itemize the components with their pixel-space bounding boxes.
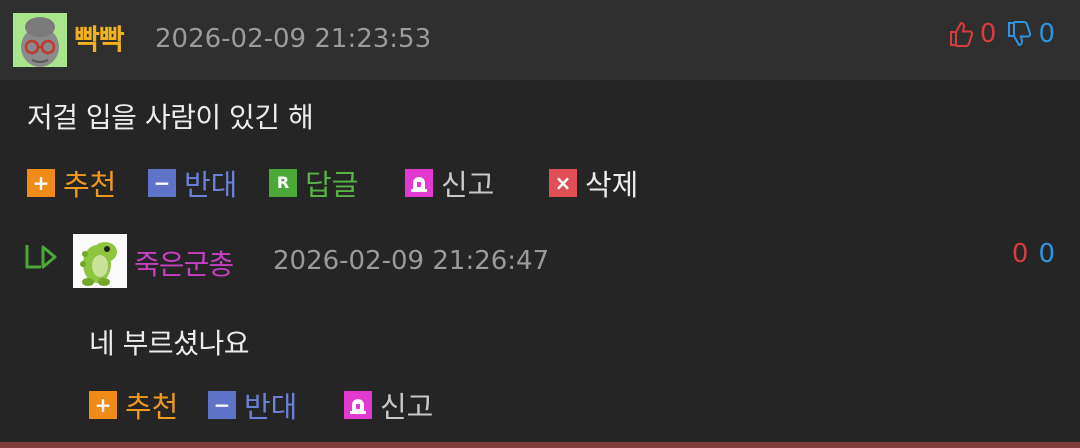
reply-oppose-button[interactable]: − 반대 [208, 385, 297, 425]
reply-avatar[interactable] [73, 234, 127, 288]
reply-downvote-count[interactable]: 0 [1038, 239, 1055, 269]
author-name[interactable]: 빡빡 [74, 18, 125, 58]
recommend-label: 추천 [125, 390, 179, 424]
delete-button[interactable]: × 삭제 [549, 163, 638, 203]
divider [0, 442, 1080, 448]
siren-icon [344, 391, 372, 419]
report-button[interactable]: 신고 [405, 163, 494, 203]
plus-icon: + [89, 391, 117, 419]
thumbs-up-icon[interactable] [948, 20, 976, 48]
comment-header: 빡빡 2026-02-09 21:23:53 0 0 [0, 0, 1080, 80]
reply-recommend-button[interactable]: + 추천 [89, 385, 178, 425]
thumbs-down-icon[interactable] [1006, 20, 1034, 48]
minus-icon: − [148, 169, 176, 197]
comment-timestamp: 2026-02-09 21:23:53 [155, 24, 432, 54]
upvote-count: 0 [979, 19, 997, 49]
minus-icon: − [208, 391, 236, 419]
report-label: 신고 [441, 168, 495, 202]
plus-icon: + [27, 169, 55, 197]
reply-label: 답글 [305, 168, 359, 202]
oppose-label: 반대 [184, 168, 238, 202]
siren-icon [405, 169, 433, 197]
dinosaur-avatar-icon [73, 234, 127, 288]
reply-upvote-count[interactable]: 0 [1012, 239, 1029, 269]
downvote-count: 0 [1038, 19, 1055, 49]
comment-text: 저걸 입을 사람이 있긴 해 [27, 101, 314, 134]
reply-icon: R [269, 169, 297, 197]
vote-area: 0 0 [948, 17, 1055, 51]
reply-vote-area: 0 0 [1012, 239, 1055, 269]
reply-report-button[interactable]: 신고 [344, 385, 433, 425]
recommend-button[interactable]: + 추천 [27, 163, 116, 203]
reply-arrow-icon [25, 245, 57, 269]
recommend-label: 추천 [63, 168, 117, 202]
avatar-face-icon [13, 13, 67, 67]
oppose-label: 반대 [244, 390, 298, 424]
reply-button[interactable]: R 답글 [269, 163, 358, 203]
report-label: 신고 [380, 390, 434, 424]
close-icon: × [549, 169, 577, 197]
reply-author-name[interactable]: 죽은군총 [134, 243, 234, 283]
oppose-button[interactable]: − 반대 [148, 163, 237, 203]
reply-text: 네 부르셨나요 [89, 327, 249, 360]
reply-timestamp: 2026-02-09 21:26:47 [273, 246, 550, 276]
delete-label: 삭제 [585, 168, 639, 202]
avatar[interactable] [13, 13, 67, 67]
